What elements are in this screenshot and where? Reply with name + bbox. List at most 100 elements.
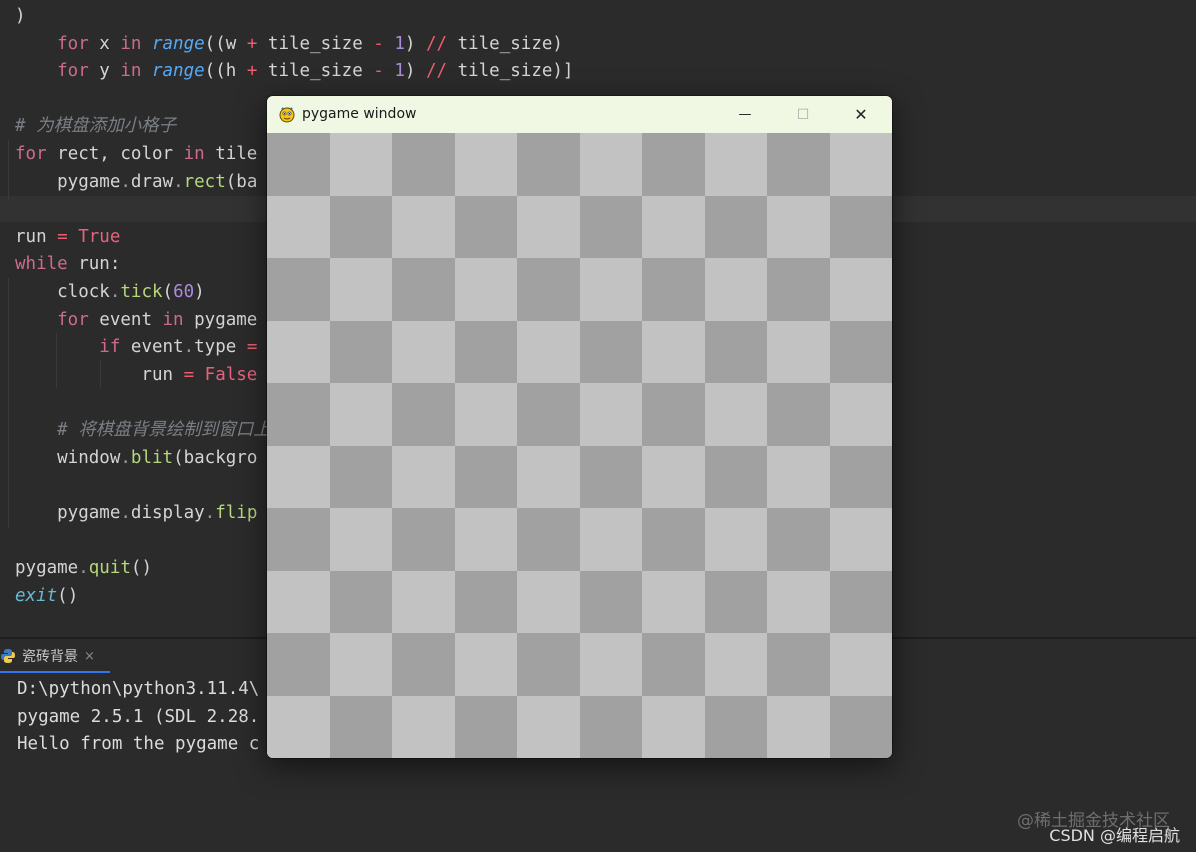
code-token: ) [15,6,26,26]
code-token: in [183,144,216,164]
code-token: window [15,447,121,468]
maximize-button[interactable]: ☐ [774,96,832,133]
code-token: - [373,33,395,54]
tile-light [517,695,580,758]
tile-dark [267,508,330,571]
code-token: ) [194,282,205,302]
code-token: rect, color [57,144,184,164]
tile-dark [267,383,330,446]
tile-light [767,195,830,258]
checkerboard-canvas[interactable] [267,133,892,758]
tile-light [454,258,517,321]
code-line: window.blit(backgro [15,445,257,472]
maximize-icon: ☐ [796,106,810,123]
close-button[interactable]: ✕ [832,96,890,133]
code-token: tile_size) [457,33,563,54]
tile-dark [517,258,580,321]
tile-dark [829,195,892,258]
code-token: = [246,337,258,358]
tile-dark [517,508,580,571]
tile-light [579,383,642,446]
code-token: flip [215,502,258,523]
tile-light [392,195,455,258]
close-icon[interactable]: × [84,649,95,664]
tile-light [704,383,767,446]
tile-light [829,383,892,446]
tile-dark [329,195,392,258]
code-line: run = True [15,224,120,251]
code-token: = [183,364,205,385]
code-token: # 为棋盘添加小格子 [15,116,177,137]
code-token: . [78,558,89,578]
code-token: 1 [394,33,405,54]
console-line: pygame 2.5.1 (SDL 2.28. [17,707,260,727]
console-line: D:\python\python3.11.4\ [17,679,260,699]
code-token: for [15,144,58,164]
code-token: . [204,502,216,523]
code-token: - [373,61,395,82]
tile-light [392,570,455,633]
pygame-window[interactable]: pygame window — ☐ ✕ [267,96,892,758]
tile-dark [829,320,892,383]
tile-light [267,195,330,258]
code-line: if event.type = [15,334,257,361]
tile-dark [454,320,517,383]
tile-dark [704,320,767,383]
tile-light [579,133,642,196]
code-token: quit [88,558,131,578]
code-token: range [151,33,205,54]
tile-light [704,258,767,321]
tile-dark [329,570,392,633]
tile-dark [767,633,830,696]
code-token: run [15,226,58,247]
code-token: ((h [204,61,247,82]
window-titlebar[interactable]: pygame window — ☐ ✕ [267,96,892,133]
code-token: # 将棋盘背景绘制到窗口上 [15,420,271,440]
tile-light [767,320,830,383]
tile-dark [392,258,455,321]
tile-dark [267,633,330,696]
tile-light [829,133,892,196]
tile-dark [454,570,517,633]
tile-light [454,133,517,196]
code-token: // [425,61,458,82]
code-line: for y in range((h + tile_size - 1) // ti… [15,58,573,85]
tile-dark [267,133,330,196]
tile-light [767,445,830,508]
tile-dark [829,445,892,508]
tile-light [329,383,392,446]
code-token: ((w [204,33,247,54]
code-token: () [57,585,79,606]
tile-dark [767,508,830,571]
code-line: clock.tick(60) [15,279,205,306]
code-token: (ba [225,171,258,192]
code-token: while [15,254,79,275]
tile-light [517,570,580,633]
tile-light [579,508,642,571]
tile-light [517,320,580,383]
tile-light [642,195,705,258]
tile-dark [454,445,517,508]
tile-dark [704,445,767,508]
tile-dark [329,445,392,508]
tile-light [579,258,642,321]
code-token: True [78,226,121,247]
code-token: tick [120,282,163,302]
code-token: rect [183,171,226,192]
code-line: pygame.draw.rect(ba [15,169,257,196]
code-token: ) [404,33,426,54]
minimize-button[interactable]: — [716,96,774,133]
code-line: # 将棋盘背景绘制到窗口上 [15,417,271,444]
tile-light [642,445,705,508]
code-line: # 为棋盘添加小格子 [15,113,176,140]
code-token: 1 [394,61,405,82]
tile-dark [579,695,642,758]
code-token: . [183,337,195,358]
tile-dark [704,195,767,258]
code-token: tile [215,144,258,164]
tile-light [767,570,830,633]
tile-dark [579,320,642,383]
code-token: + [246,61,268,82]
run-tab[interactable]: 瓷砖背景 × [0,641,110,673]
tile-dark [579,445,642,508]
